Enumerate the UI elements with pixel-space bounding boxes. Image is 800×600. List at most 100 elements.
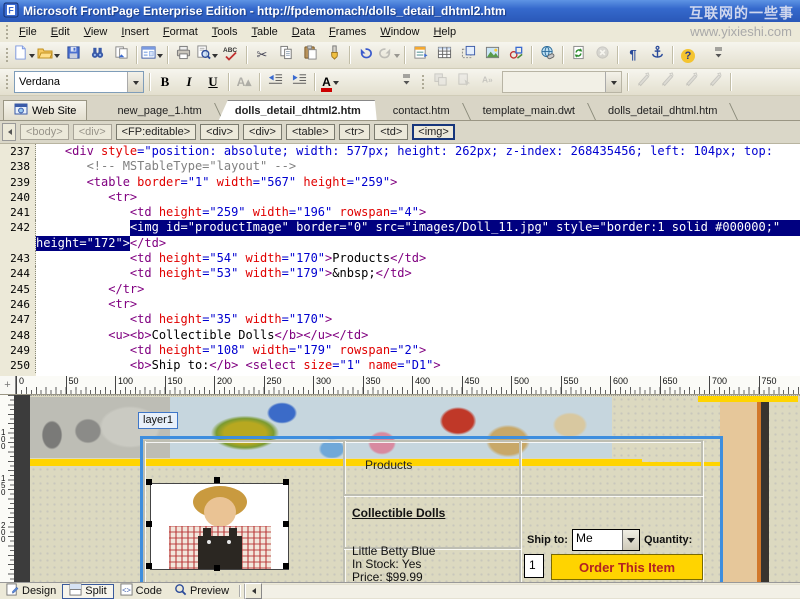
code-line[interactable]: 245 </tr> — [0, 282, 800, 297]
title-bar[interactable]: F Microsoft FrontPage Enterprise Edition… — [0, 0, 800, 22]
drawing-button[interactable] — [504, 43, 528, 67]
bookmark-anchor-button[interactable] — [645, 43, 669, 67]
menu-data[interactable]: Data — [285, 24, 322, 40]
selection-handle[interactable] — [146, 563, 152, 569]
tag-scroll-left-button[interactable] — [2, 123, 16, 141]
selection-handle[interactable] — [283, 521, 289, 527]
underline-button[interactable]: U — [201, 70, 225, 94]
code-line[interactable]: 239 <table border="1" width="567" height… — [0, 175, 800, 190]
collectible-dolls-link[interactable]: Collectible Dolls — [352, 506, 445, 520]
tab-dolls_detail_dhtml-htm[interactable]: dolls_detail_dhtml.htm — [592, 101, 733, 120]
find-button[interactable] — [85, 43, 109, 67]
insert-layer-button[interactable] — [456, 43, 480, 67]
increase-indent-button[interactable] — [287, 70, 311, 94]
code-line[interactable]: height="172"></td> — [0, 236, 800, 251]
selection-handle[interactable] — [283, 479, 289, 485]
selection-handle[interactable] — [214, 477, 220, 483]
preview-in-browser-button[interactable] — [195, 43, 219, 67]
code-line[interactable]: 248 <u><b>Collectible Dolls</b></u></td> — [0, 328, 800, 343]
menu-help[interactable]: Help — [426, 24, 463, 40]
scroll-left-button[interactable] — [245, 583, 262, 599]
code-line[interactable]: 243 <td height="54" width="170">Products… — [0, 251, 800, 266]
select-dropdown-arrow-icon[interactable] — [622, 530, 639, 550]
menu-window[interactable]: Window — [373, 24, 426, 40]
menu-tools[interactable]: Tools — [205, 24, 245, 40]
tag-item-5[interactable]: <table> — [286, 124, 335, 140]
ship-to-select[interactable]: Me — [572, 529, 640, 551]
preview-in-browser-dropdown-arrow-icon[interactable] — [212, 54, 218, 61]
tag-item-4[interactable]: <div> — [243, 124, 282, 140]
tag-item-3[interactable]: <div> — [200, 124, 239, 140]
decrease-indent-button[interactable] — [263, 70, 287, 94]
scrollbar-track[interactable] — [262, 585, 800, 598]
code-view-pane[interactable]: 237 <div style="position: absolute; widt… — [0, 144, 800, 376]
font-name-dropdown-arrow-icon[interactable] — [127, 72, 143, 92]
view-design-button[interactable]: Design — [0, 584, 62, 599]
selection-handle[interactable] — [214, 565, 220, 571]
selection-handle[interactable] — [146, 521, 152, 527]
tag-item-6[interactable]: <tr> — [339, 124, 371, 140]
toolbar-options-button[interactable] — [706, 43, 730, 67]
new-page-button[interactable] — [12, 43, 36, 67]
design-canvas[interactable]: layer1 Products Collectible Dolls Little… — [30, 395, 800, 582]
quantity-input[interactable]: 1 — [524, 554, 544, 578]
format-painter-button[interactable] — [322, 43, 346, 67]
menu-view[interactable]: View — [77, 24, 115, 40]
help-button[interactable]: ? — [676, 43, 700, 67]
formatting-toolbar-grip[interactable] — [5, 74, 9, 90]
standard-toolbar-grip[interactable] — [5, 47, 9, 63]
insert-hyperlink-button[interactable] — [535, 43, 559, 67]
open-button[interactable] — [36, 43, 61, 67]
selection-handle[interactable] — [146, 479, 152, 485]
menu-table[interactable]: Table — [244, 24, 284, 40]
code-line[interactable]: 247 <td height="35" width="170"> — [0, 312, 800, 327]
tab-web-site[interactable]: Web Site — [3, 100, 87, 120]
menu-edit[interactable]: Edit — [44, 24, 77, 40]
save-button[interactable] — [61, 43, 85, 67]
italic-button[interactable]: I — [177, 70, 201, 94]
code-line[interactable]: 237 <div style="position: absolute; widt… — [0, 144, 800, 159]
tag-item-2[interactable]: <FP:editable> — [116, 124, 197, 140]
products-cell-text[interactable]: Products — [365, 458, 412, 472]
tab-template_main-dwt[interactable]: template_main.dwt — [467, 101, 591, 120]
refresh-button[interactable] — [566, 43, 590, 67]
view-code-button[interactable]: <>Code — [114, 584, 168, 599]
code-line[interactable]: 249 <td height="108" width="179" rowspan… — [0, 343, 800, 358]
tab-dolls_detail_dhtml2-htm[interactable]: dolls_detail_dhtml2.htm — [219, 100, 377, 120]
toolbar-options-2-button[interactable] — [394, 70, 418, 94]
tag-item-7[interactable]: <td> — [374, 124, 408, 140]
spelling-button[interactable]: ABC — [219, 43, 243, 67]
tab-new_page_1-htm[interactable]: new_page_1.htm — [101, 101, 217, 120]
menu-insert[interactable]: Insert — [114, 24, 156, 40]
web-component-button[interactable] — [408, 43, 432, 67]
tab-contact-htm[interactable]: contact.htm — [377, 101, 466, 120]
menu-format[interactable]: Format — [156, 24, 205, 40]
code-line[interactable]: 240 <tr> — [0, 190, 800, 205]
code-line[interactable]: 238 <!-- MSTableType="layout" --> — [0, 159, 800, 174]
code-line[interactable]: 244 <td height="53" width="179">&nbsp;</… — [0, 266, 800, 281]
tag-item-8[interactable]: <img> — [412, 124, 455, 140]
bold-button[interactable]: B — [153, 70, 177, 94]
code-line[interactable]: 241 <td height="259" width="196" rowspan… — [0, 205, 800, 220]
copy-button[interactable] — [274, 43, 298, 67]
menu-file[interactable]: File — [12, 24, 44, 40]
open-dropdown-arrow-icon[interactable] — [54, 54, 60, 61]
font-name-combobox[interactable]: Verdana — [14, 71, 144, 93]
code-line[interactable]: 250 <b>Ship to:</b> <select size="1" nam… — [0, 358, 800, 373]
cut-button[interactable]: ✂ — [250, 43, 274, 67]
new-page-dropdown-arrow-icon[interactable] — [29, 54, 35, 61]
menubar-grip[interactable] — [5, 24, 9, 40]
print-button[interactable] — [171, 43, 195, 67]
publish-site-button[interactable] — [109, 43, 133, 67]
insert-picture-button[interactable] — [480, 43, 504, 67]
font-color-button[interactable]: A — [318, 70, 342, 94]
show-formatting-marks-button[interactable]: ¶ — [621, 43, 645, 67]
insert-table-button[interactable] — [432, 43, 456, 67]
view-preview-button[interactable]: Preview — [168, 584, 235, 599]
paste-button[interactable] — [298, 43, 322, 67]
toolbar-grip[interactable] — [421, 74, 425, 90]
horizontal-scrollbar[interactable] — [244, 584, 800, 599]
layer-label[interactable]: layer1 — [138, 412, 178, 429]
code-line[interactable]: 242 <img id="productImage" border="0" sr… — [0, 220, 800, 235]
order-button[interactable]: Order This Item — [551, 554, 703, 580]
